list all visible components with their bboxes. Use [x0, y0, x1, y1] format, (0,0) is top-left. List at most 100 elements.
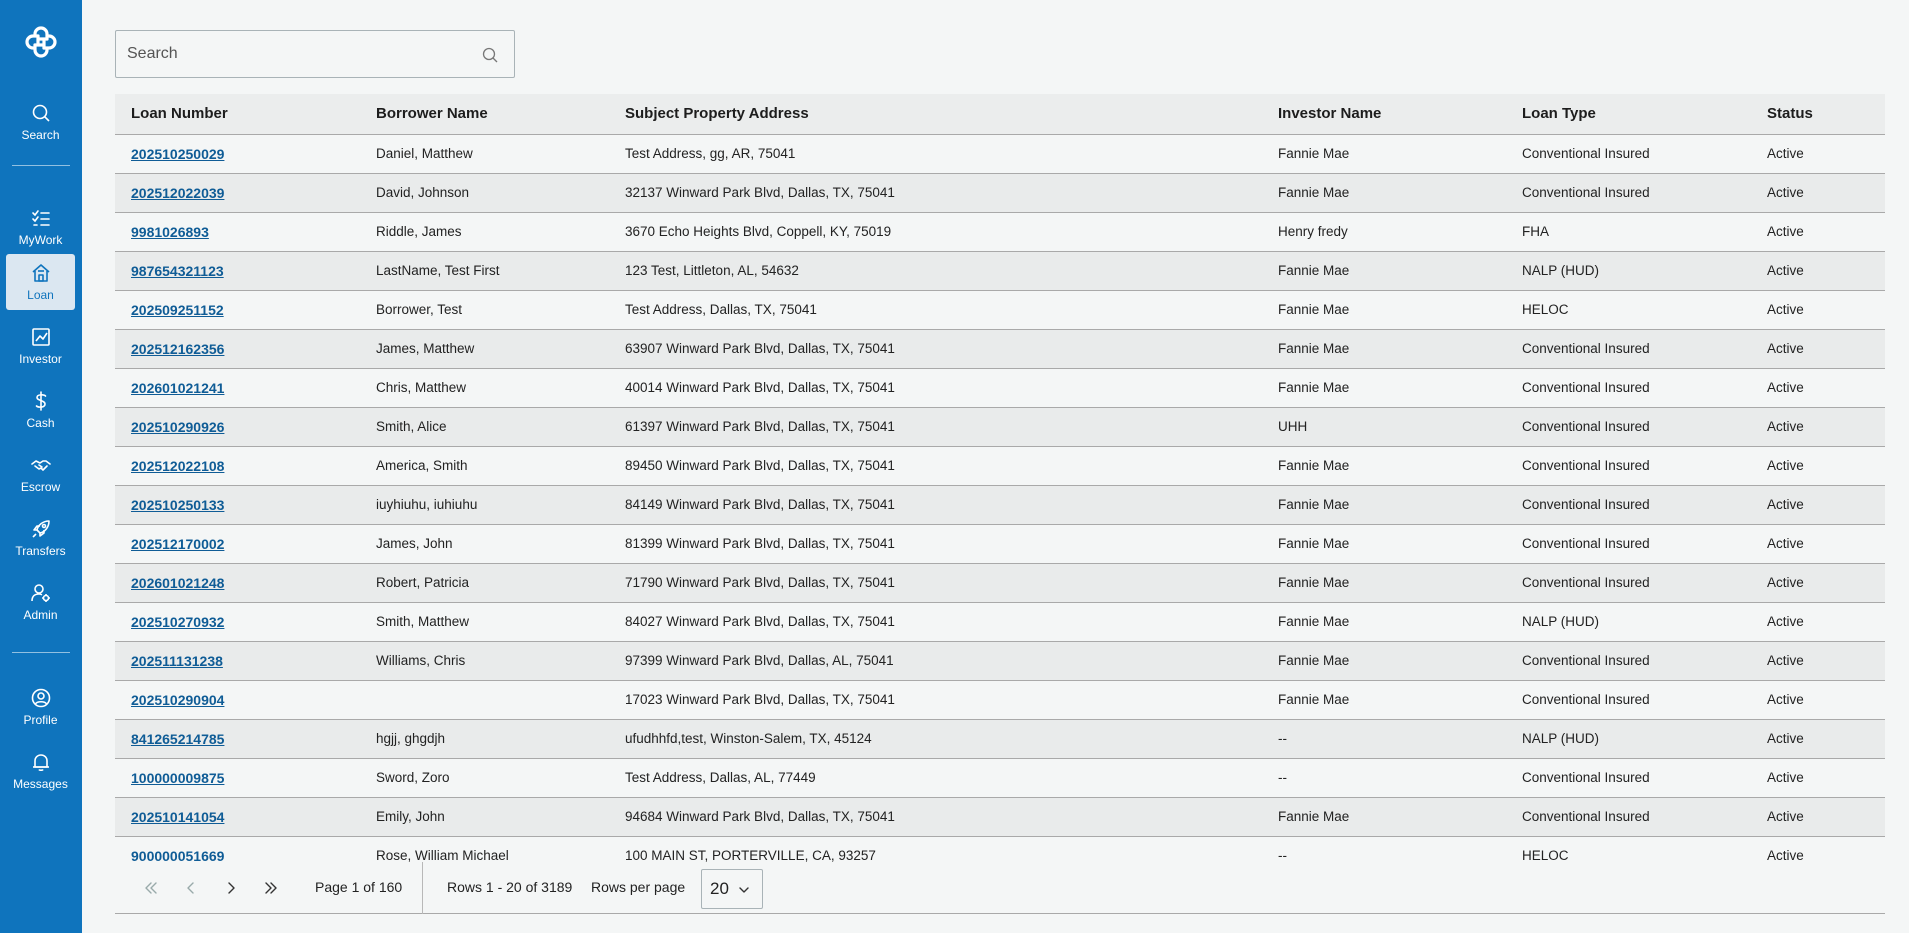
- table-row[interactable]: 202510250029 Daniel, Matthew Test Address,…: [115, 134, 1885, 174]
- borrower-name-cell: James, Matthew: [360, 329, 609, 369]
- table-row[interactable]: 202601021241 Chris, Matthew 40014 Winward …: [115, 368, 1885, 408]
- loan-type-cell: Conventional Insured: [1506, 173, 1751, 213]
- loan-number-link[interactable]: 202512022039: [131, 185, 224, 201]
- search-input[interactable]: [116, 31, 514, 77]
- nav-cash[interactable]: Cash: [6, 382, 75, 438]
- loan-number-cell: 202512022108: [115, 446, 360, 486]
- property-address-cell: Test Address, Dallas, TX, 75041: [609, 290, 1262, 330]
- nav-profile[interactable]: Profile: [6, 679, 75, 735]
- investor-name-cell: Henry fredy: [1262, 212, 1506, 252]
- table-row[interactable]: 202512022108 America, Smith 89450 Winward …: [115, 446, 1885, 486]
- investor-name-cell: --: [1262, 719, 1506, 759]
- loan-number-link[interactable]: 841265214785: [131, 731, 224, 747]
- nav-label: MyWork: [18, 232, 63, 247]
- loan-number-link[interactable]: 900000051669: [131, 848, 224, 863]
- next-page-button[interactable]: [219, 876, 243, 900]
- table-row[interactable]: 202511131238 Williams, Chris 97399 Winward…: [115, 641, 1885, 681]
- rocket-icon: [31, 519, 50, 538]
- table-row[interactable]: 841265214785 hgjj, ghgdjh ufudhhfd,test, W…: [115, 719, 1885, 759]
- nav-admin[interactable]: Admin: [6, 574, 75, 630]
- nav-loan[interactable]: Loan: [6, 254, 75, 310]
- table-row[interactable]: 202510290926 Smith, Alice 61397 Winward Pa…: [115, 407, 1885, 447]
- previous-page-button[interactable]: [179, 876, 203, 900]
- borrower-name-cell: Riddle, James: [360, 212, 609, 252]
- investor-name-cell: Fannie Mae: [1262, 797, 1506, 837]
- table-row[interactable]: 9981026893 Riddle, James 3670 Echo Heights…: [115, 212, 1885, 252]
- borrower-name-cell: hgjj, ghgdjh: [360, 719, 609, 759]
- sidebar-divider: [12, 652, 70, 653]
- loan-type-cell: HELOC: [1506, 290, 1751, 330]
- table-row[interactable]: 900000051669 Rose, William Michael 100 MAI…: [115, 836, 1885, 862]
- column-header-property-address[interactable]: Subject Property Address: [609, 94, 1262, 135]
- column-header-loan-type[interactable]: Loan Type: [1506, 94, 1751, 135]
- loan-type-cell: Conventional Insured: [1506, 329, 1751, 369]
- status-cell: Active: [1751, 758, 1885, 798]
- loan-number-link[interactable]: 202512022108: [131, 458, 224, 474]
- search-icon[interactable]: [482, 47, 498, 63]
- nav-mywork[interactable]: MyWork: [6, 199, 75, 255]
- property-address-cell: 97399 Winward Park Blvd, Dallas, AL, 750…: [609, 641, 1262, 681]
- loan-number-link[interactable]: 202512170002: [131, 536, 224, 552]
- loan-number-cell: 987654321123: [115, 251, 360, 291]
- column-header-investor-name[interactable]: Investor Name: [1262, 94, 1506, 135]
- nav-transfers[interactable]: Transfers: [6, 510, 75, 566]
- table-row[interactable]: 202510141054 Emily, John 94684 Winward Par…: [115, 797, 1885, 837]
- loan-type-cell: Conventional Insured: [1506, 446, 1751, 486]
- table-row[interactable]: 202510250133 iuyhiuhu, iuhiuhu 84149 Winwa…: [115, 485, 1885, 525]
- loan-number-link[interactable]: 202510290926: [131, 419, 224, 435]
- loan-number-link[interactable]: 202511131238: [131, 653, 223, 669]
- chevron-down-icon: [739, 887, 749, 893]
- first-page-button[interactable]: [139, 876, 163, 900]
- investor-name-cell: Fannie Mae: [1262, 134, 1506, 174]
- loan-number-cell: 202510141054: [115, 797, 360, 837]
- loan-number-link[interactable]: 9981026893: [131, 224, 209, 240]
- loan-number-link[interactable]: 100000009875: [131, 770, 224, 786]
- loan-number-link[interactable]: 202510290904: [131, 692, 224, 708]
- property-address-cell: 63907 Winward Park Blvd, Dallas, TX, 750…: [609, 329, 1262, 369]
- status-cell: Active: [1751, 563, 1885, 603]
- nav-investor[interactable]: Investor: [6, 318, 75, 374]
- nav-messages[interactable]: Messages: [6, 743, 75, 799]
- loan-number-link[interactable]: 202512162356: [131, 341, 224, 357]
- column-header-status[interactable]: Status: [1751, 94, 1885, 135]
- table-row[interactable]: 987654321123 LastName, Test First 123 Test…: [115, 251, 1885, 291]
- loan-number-cell: 202512170002: [115, 524, 360, 564]
- rows-per-page-select[interactable]: 20: [701, 869, 763, 909]
- table-row[interactable]: 202512162356 James, Matthew 63907 Winward …: [115, 329, 1885, 369]
- loan-number-link[interactable]: 202510141054: [131, 809, 224, 825]
- table-row[interactable]: 202601021248 Robert, Patricia 71790 Winwar…: [115, 563, 1885, 603]
- loan-number-link[interactable]: 202601021248: [131, 575, 224, 591]
- nav-search[interactable]: Search: [6, 94, 75, 150]
- table-row[interactable]: 202512022039 David, Johnson 32137 Winward …: [115, 173, 1885, 213]
- loan-number-link[interactable]: 202509251152: [131, 302, 224, 318]
- loan-number-cell: 202511131238: [115, 641, 360, 681]
- borrower-name-cell: Borrower, Test: [360, 290, 609, 330]
- search-icon: [32, 104, 50, 122]
- table-row[interactable]: 100000009875 Sword, Zoro Test Address, Dal…: [115, 758, 1885, 798]
- loan-type-cell: Conventional Insured: [1506, 758, 1751, 798]
- loan-number-link[interactable]: 202601021241: [131, 380, 224, 396]
- loan-type-cell: Conventional Insured: [1506, 485, 1751, 525]
- loan-type-cell: Conventional Insured: [1506, 134, 1751, 174]
- last-page-button[interactable]: [259, 876, 283, 900]
- table-row[interactable]: 202509251152 Borrower, Test Test Address, …: [115, 290, 1885, 330]
- loan-number-cell: 202512022039: [115, 173, 360, 213]
- app-logo[interactable]: [19, 20, 63, 64]
- loan-number-link[interactable]: 987654321123: [131, 263, 224, 279]
- table-row[interactable]: 202512170002 James, John 81399 Winward Par…: [115, 524, 1885, 564]
- table-row[interactable]: 202510270932 Smith, Matthew 84027 Winward …: [115, 602, 1885, 642]
- table-row[interactable]: 202510290904 17023 Winward Park Blvd, Dal…: [115, 680, 1885, 720]
- chevron-left-icon: [187, 882, 194, 894]
- column-header-borrower-name[interactable]: Borrower Name: [360, 94, 609, 135]
- loan-number-cell: 202510290904: [115, 680, 360, 720]
- investor-name-cell: Fannie Mae: [1262, 329, 1506, 369]
- loan-number-link[interactable]: 202510250029: [131, 146, 224, 162]
- loan-number-link[interactable]: 202510270932: [131, 614, 224, 630]
- double-chevron-left-icon: [145, 882, 157, 894]
- loan-number-cell: 202512162356: [115, 329, 360, 369]
- investor-name-cell: Fannie Mae: [1262, 680, 1506, 720]
- loan-type-cell: Conventional Insured: [1506, 680, 1751, 720]
- column-header-loan-number[interactable]: Loan Number: [115, 94, 360, 135]
- nav-escrow[interactable]: Escrow: [6, 446, 75, 502]
- loan-number-link[interactable]: 202510250133: [131, 497, 224, 513]
